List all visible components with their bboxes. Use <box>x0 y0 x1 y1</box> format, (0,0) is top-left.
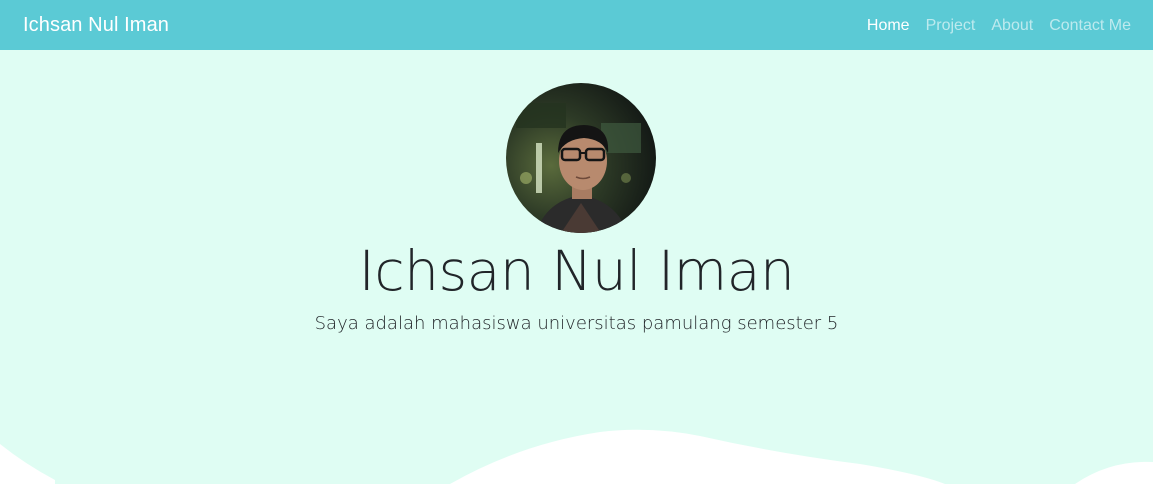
nav-item-contact: Contact Me <box>1049 15 1131 35</box>
nav-link-home[interactable]: Home <box>867 17 910 34</box>
navbar: Ichsan Nul Iman Home Project About Conta… <box>0 0 1153 50</box>
nav-menu: Home Project About Contact Me <box>851 15 1131 35</box>
nav-item-project: Project <box>926 15 976 35</box>
wave-divider <box>0 429 1153 484</box>
profile-photo <box>506 83 656 233</box>
hero-section: Ichsan Nul Iman Saya adalah mahasiswa un… <box>0 50 1153 484</box>
hero-lead: Saya adalah mahasiswa universitas pamula… <box>314 313 839 334</box>
profile-photo-image <box>506 83 656 233</box>
nav-item-about: About <box>991 15 1033 35</box>
hero-title: Ichsan Nul Iman <box>358 239 795 303</box>
navbar-brand[interactable]: Ichsan Nul Iman <box>23 14 169 37</box>
nav-item-home: Home <box>867 15 910 35</box>
nav-link-contact[interactable]: Contact Me <box>1049 17 1131 34</box>
nav-link-project[interactable]: Project <box>926 17 976 34</box>
nav-link-about[interactable]: About <box>991 17 1033 34</box>
